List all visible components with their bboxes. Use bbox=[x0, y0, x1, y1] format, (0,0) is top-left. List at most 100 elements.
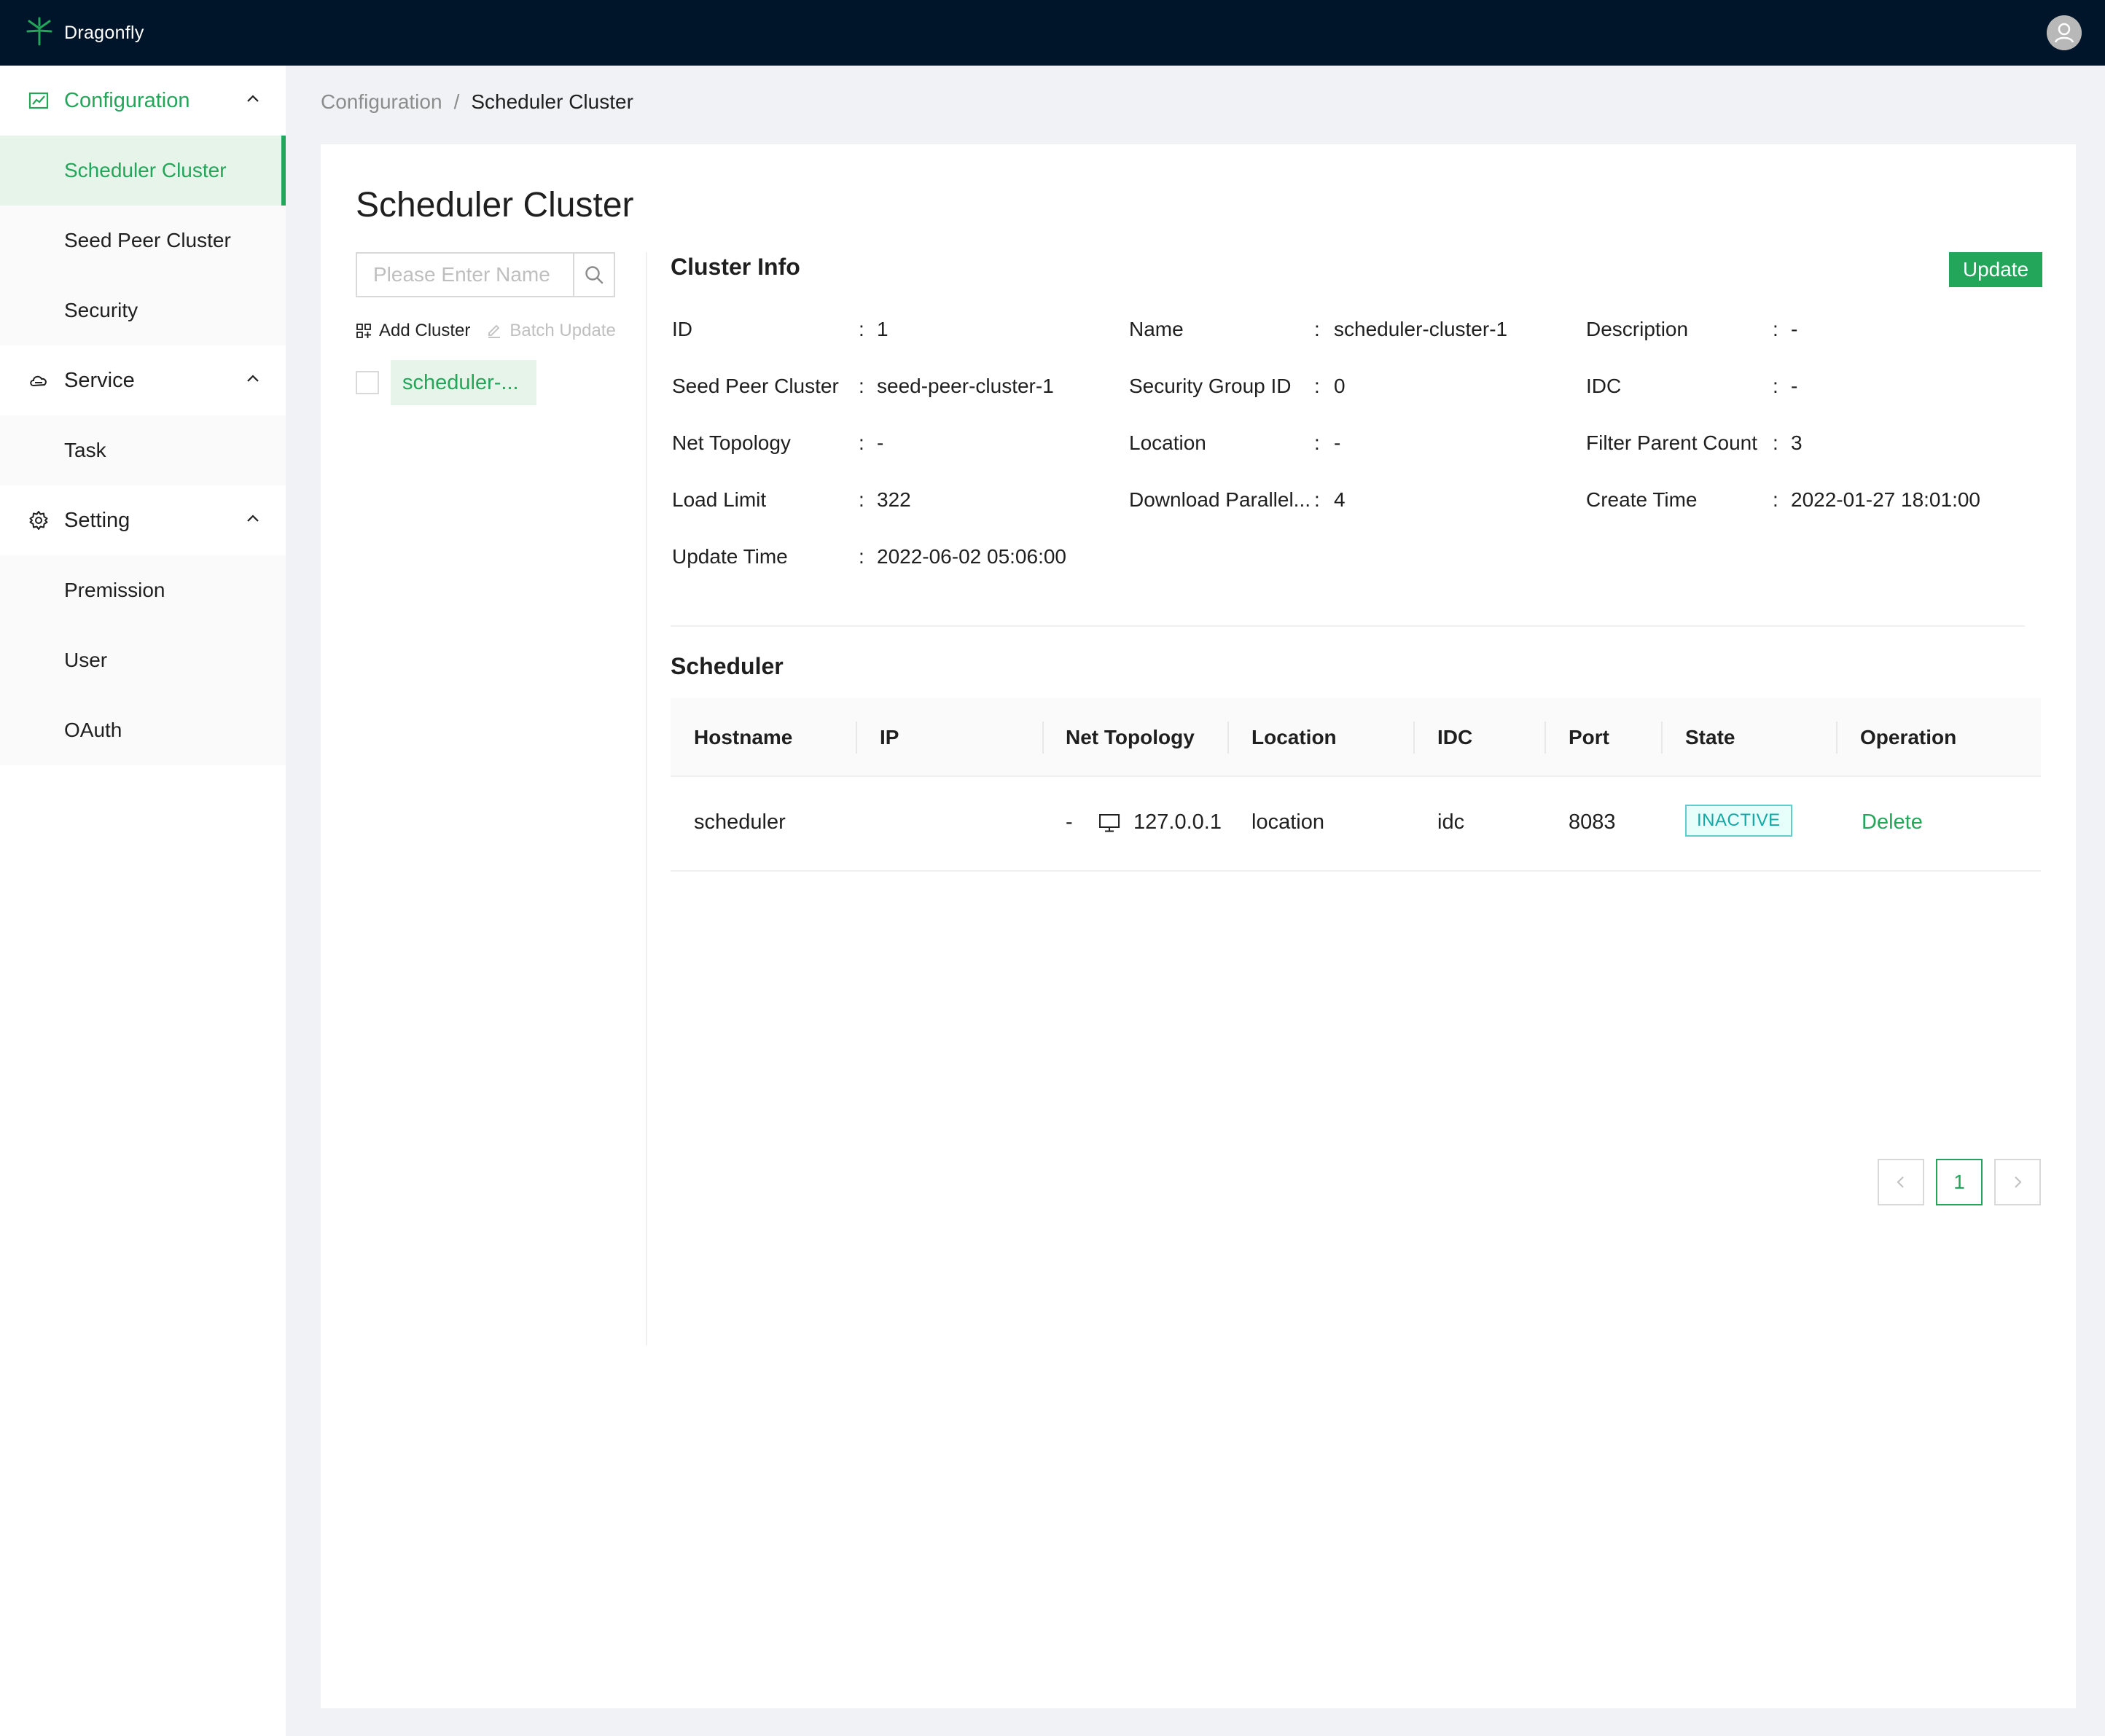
info-value: 2022-01-27 18:01:00 bbox=[1791, 488, 1980, 511]
info-key: Location bbox=[1129, 431, 1206, 454]
dragonfly-logo-icon bbox=[23, 15, 55, 51]
user-icon bbox=[2047, 15, 2082, 50]
breadcrumb: Configuration / Scheduler Cluster bbox=[321, 90, 633, 114]
content-card: Scheduler Cluster Add Cluster bbox=[321, 144, 2076, 1708]
brand[interactable]: Dragonfly bbox=[23, 15, 144, 51]
info-key: Filter Parent Count bbox=[1586, 431, 1757, 454]
sidebar-item-task[interactable]: Task bbox=[0, 415, 286, 485]
info-key: Load Limit bbox=[672, 488, 767, 511]
sidebar-item-seed-peer-cluster[interactable]: Seed Peer Cluster bbox=[0, 206, 286, 275]
chevron-up-icon bbox=[247, 375, 259, 382]
column-header-port: Port bbox=[1569, 726, 1609, 748]
cluster-info-title: Cluster Info bbox=[671, 254, 800, 280]
delete-link[interactable]: Delete bbox=[1862, 810, 1923, 834]
scheduler-title: Scheduler bbox=[671, 653, 784, 679]
column-separator bbox=[1042, 722, 1044, 754]
next-page-button[interactable] bbox=[1994, 1159, 2041, 1205]
column-separator bbox=[1413, 722, 1415, 754]
sidebar-item-label: Premission bbox=[64, 579, 165, 601]
cell-idc: idc bbox=[1437, 810, 1465, 834]
desktop-icon bbox=[1099, 813, 1120, 832]
sidebar: Configuration Scheduler Cluster Seed Pee… bbox=[0, 66, 286, 1736]
cluster-checkbox[interactable] bbox=[356, 371, 379, 394]
info-key: Name bbox=[1129, 318, 1184, 340]
info-key: Update Time bbox=[672, 545, 788, 568]
panel-divider bbox=[646, 252, 647, 1345]
status-badge: INACTIVE bbox=[1685, 805, 1792, 837]
info-colon: : bbox=[1773, 318, 1778, 340]
menu-group-setting[interactable]: Setting bbox=[0, 485, 286, 555]
cell-location: location bbox=[1251, 810, 1324, 834]
app-name: Dragonfly bbox=[64, 22, 144, 43]
chart-icon bbox=[28, 92, 49, 109]
batch-update-button[interactable]: Batch Update bbox=[486, 321, 616, 341]
info-value: - bbox=[1791, 375, 1798, 397]
column-separator bbox=[1544, 722, 1546, 754]
section-divider bbox=[671, 625, 2025, 627]
search-input[interactable] bbox=[357, 254, 573, 296]
table-header: Hostname IP Net Topology Location IDC Po… bbox=[671, 698, 2041, 777]
column-header-ip: IP bbox=[880, 726, 899, 748]
update-button[interactable]: Update bbox=[1949, 252, 2042, 287]
column-separator bbox=[1661, 722, 1663, 754]
info-value: 1 bbox=[877, 318, 889, 340]
prev-page-button[interactable] bbox=[1878, 1159, 1924, 1205]
info-value: scheduler-cluster-1 bbox=[1334, 318, 1508, 340]
sidebar-item-label: Security bbox=[64, 299, 138, 321]
add-cluster-button[interactable]: Add Cluster bbox=[356, 321, 470, 341]
info-value: 0 bbox=[1334, 375, 1346, 397]
info-key: ID bbox=[672, 318, 692, 340]
menu-group-label: Configuration bbox=[64, 88, 190, 112]
submenu-setting: Premission User OAuth bbox=[0, 555, 286, 765]
info-colon: : bbox=[859, 375, 864, 397]
info-colon: : bbox=[1314, 318, 1320, 340]
info-value: 3 bbox=[1791, 431, 1803, 454]
info-colon: : bbox=[1773, 431, 1778, 454]
column-header-idc: IDC bbox=[1437, 726, 1473, 748]
table-row: scheduler 127.0.0.1 - location idc 8083 … bbox=[671, 777, 2041, 872]
cluster-item-name[interactable]: scheduler-... bbox=[391, 360, 536, 405]
cell-ip: 127.0.0.1 bbox=[1098, 810, 1222, 834]
user-avatar[interactable] bbox=[2047, 15, 2082, 50]
info-key: Net Topology bbox=[672, 431, 791, 454]
info-key: Create Time bbox=[1586, 488, 1698, 511]
info-colon: : bbox=[859, 488, 864, 511]
info-colon: : bbox=[859, 318, 864, 340]
sidebar-item-premission[interactable]: Premission bbox=[0, 555, 286, 625]
cell-port: 8083 bbox=[1569, 810, 1616, 834]
info-value: - bbox=[1334, 431, 1341, 454]
sidebar-item-oauth[interactable]: OAuth bbox=[0, 695, 286, 765]
sidebar-item-label: Seed Peer Cluster bbox=[64, 229, 231, 251]
scheduler-table: Hostname IP Net Topology Location IDC Po… bbox=[671, 698, 2041, 872]
menu-group-label: Setting bbox=[64, 508, 130, 532]
edit-icon bbox=[488, 324, 501, 338]
breadcrumb-parent[interactable]: Configuration bbox=[321, 90, 442, 114]
add-grid-icon bbox=[356, 324, 371, 338]
gear-icon bbox=[29, 511, 48, 530]
info-key: Security Group ID bbox=[1129, 375, 1292, 397]
info-colon: : bbox=[1314, 375, 1320, 397]
breadcrumb-separator: / bbox=[453, 90, 460, 113]
sidebar-item-label: Scheduler Cluster bbox=[64, 159, 227, 181]
sidebar-item-scheduler-cluster[interactable]: Scheduler Cluster bbox=[0, 136, 286, 206]
info-value: - bbox=[877, 431, 884, 454]
sidebar-item-user[interactable]: User bbox=[0, 625, 286, 695]
cluster-search bbox=[356, 252, 615, 297]
search-button[interactable] bbox=[573, 254, 614, 296]
sidebar-item-label: OAuth bbox=[64, 719, 122, 741]
info-value: 322 bbox=[877, 488, 911, 511]
menu-group-service[interactable]: Service bbox=[0, 345, 286, 415]
add-cluster-label: Add Cluster bbox=[379, 321, 471, 340]
list-item: scheduler-... bbox=[356, 360, 536, 405]
menu-group-label: Service bbox=[64, 368, 135, 392]
sidebar-item-security[interactable]: Security bbox=[0, 275, 286, 345]
info-value: 4 bbox=[1334, 488, 1346, 511]
column-separator bbox=[856, 722, 857, 754]
info-value: seed-peer-cluster-1 bbox=[877, 375, 1054, 397]
info-value: - bbox=[1791, 318, 1798, 340]
cell-hostname: scheduler bbox=[694, 810, 786, 834]
batch-update-label: Batch Update bbox=[509, 321, 616, 340]
menu-group-configuration[interactable]: Configuration bbox=[0, 66, 286, 136]
page-number[interactable]: 1 bbox=[1936, 1159, 1983, 1205]
column-header-state: State bbox=[1685, 726, 1735, 748]
